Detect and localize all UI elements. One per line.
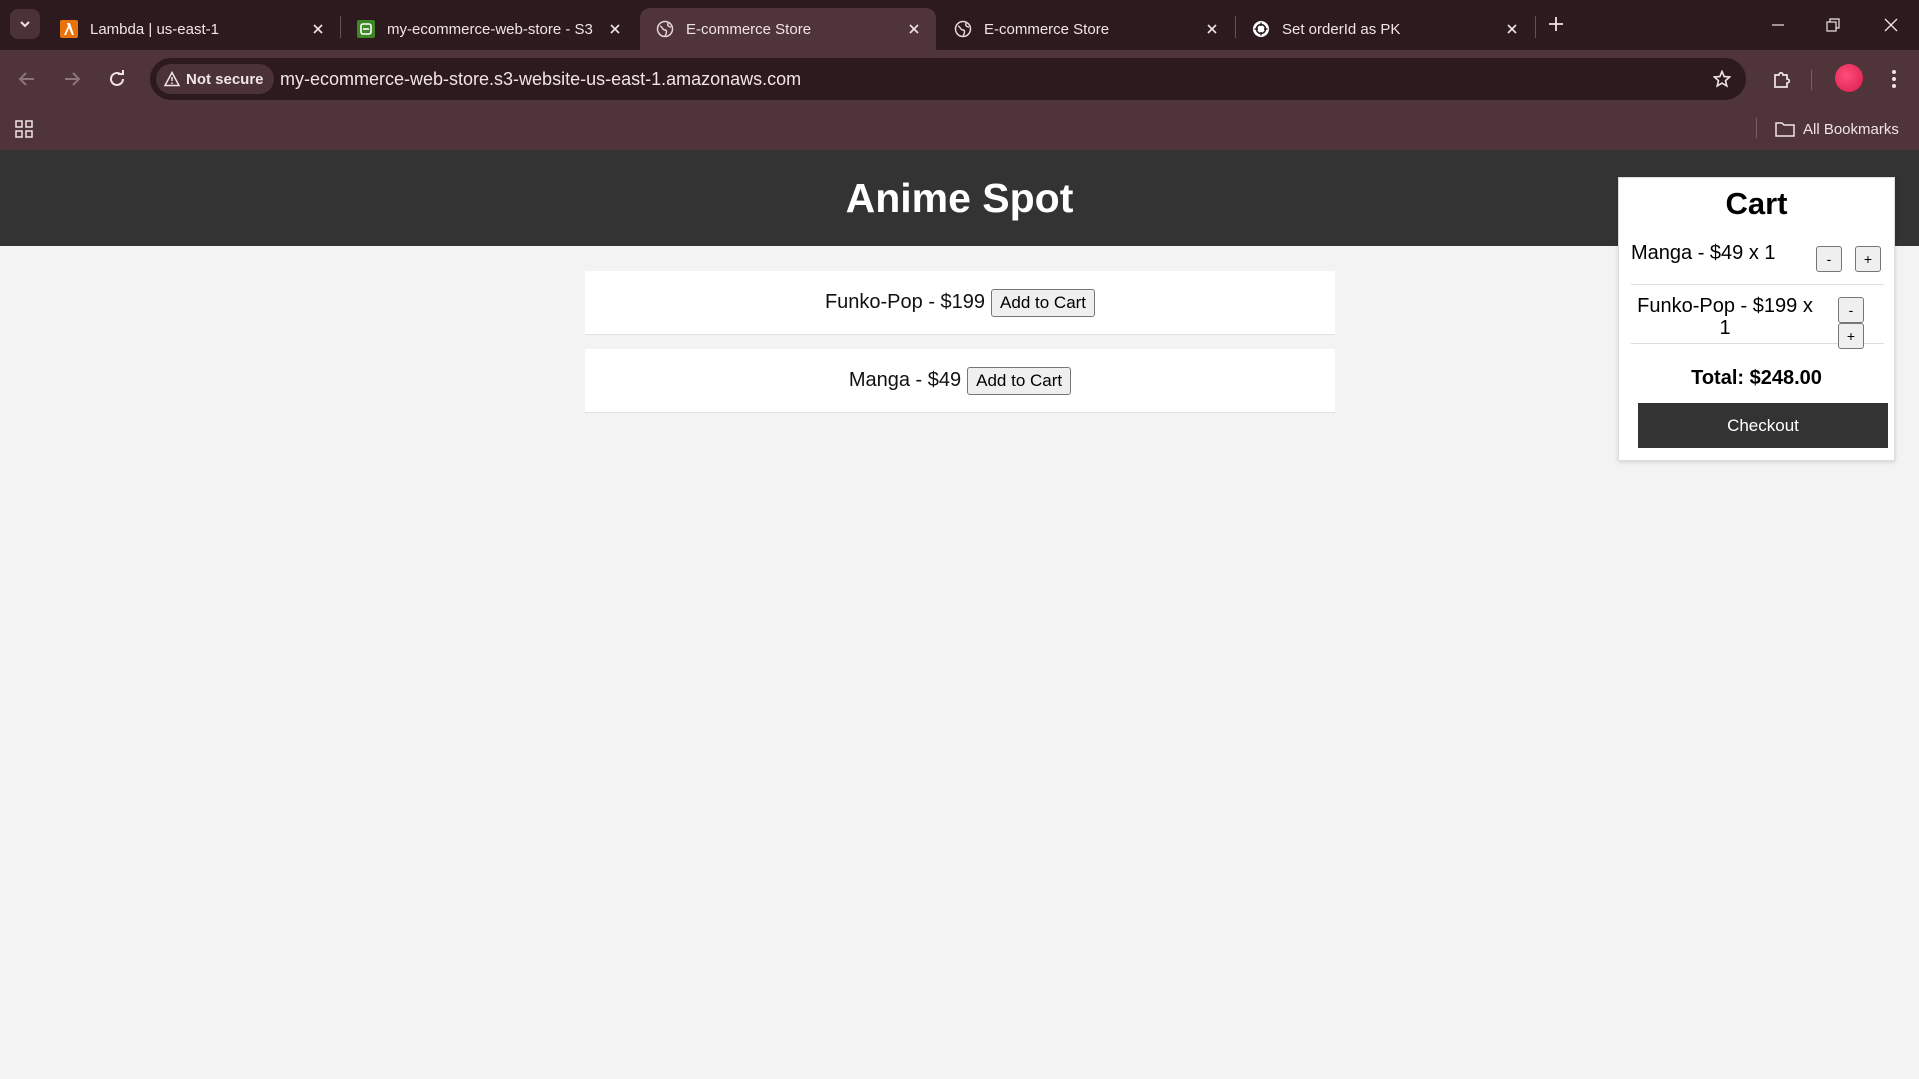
plus-icon	[1549, 17, 1563, 31]
page-content: Anime Spot Funko-Pop - $199 Add to Cart …	[0, 150, 1919, 1079]
apps-button[interactable]	[12, 117, 36, 141]
puzzle-icon	[1774, 71, 1791, 88]
reload-button[interactable]	[101, 63, 133, 95]
bookmarks-bar: All Bookmarks	[0, 108, 1919, 150]
tab-title: my-ecommerce-web-store - S3	[387, 20, 593, 38]
add-to-cart-button[interactable]: Add to Cart	[991, 288, 1096, 317]
product-label: Manga - $49	[848, 369, 962, 391]
folder-icon	[1775, 122, 1795, 137]
tab-s3-bucket[interactable]: my-ecommerce-web-store - S3	[341, 8, 637, 50]
security-label: Not secure	[186, 70, 264, 88]
browser-toolbar: Not secure my-ecommerce-web-store.s3-web…	[0, 50, 1919, 108]
security-chip[interactable]: Not secure	[156, 64, 274, 94]
address-bar[interactable]: Not secure my-ecommerce-web-store.s3-web…	[150, 58, 1746, 100]
cart-item-label-line: Funko-Pop - $199 x	[1637, 295, 1813, 317]
apps-grid-icon	[15, 120, 33, 138]
cart-title: Cart	[1725, 186, 1788, 221]
all-bookmarks-button[interactable]: All Bookmarks	[1775, 117, 1899, 141]
close-icon[interactable]	[1502, 19, 1522, 39]
bookmarks-divider	[1756, 118, 1757, 138]
add-to-cart-button[interactable]: Add to Cart	[967, 366, 1072, 395]
cart-item: Funko-Pop - $199 x 1 - +	[1631, 286, 1884, 349]
tab-ecommerce-store-active[interactable]: E-commerce Store	[640, 8, 936, 50]
tab-title: E-commerce Store	[984, 20, 1110, 38]
cart-panel: Cart Manga - $49 x 1 - + Funko-Pop - $19…	[1618, 177, 1895, 461]
cart-item-label: Manga - $49 x 1	[1631, 242, 1776, 264]
restore-icon	[1826, 18, 1840, 32]
chatgpt-icon	[1252, 20, 1270, 38]
tab-strip: Lambda | us-east-1 my-ecommerce-web-stor…	[0, 0, 1919, 50]
cart-item: Manga - $49 x 1 - +	[1631, 232, 1884, 285]
s3-bucket-icon	[357, 20, 375, 38]
tab-title: Lambda | us-east-1	[90, 20, 219, 38]
close-window-button[interactable]	[1876, 10, 1906, 40]
extensions-button[interactable]	[1766, 63, 1798, 95]
decrease-quantity-button[interactable]: -	[1838, 297, 1864, 323]
product-card: Funko-Pop - $199 Add to Cart	[585, 271, 1335, 335]
tab-divider	[1535, 16, 1536, 38]
profile-avatar[interactable]	[1835, 64, 1863, 92]
increase-quantity-button[interactable]: +	[1855, 246, 1881, 272]
back-button[interactable]	[11, 63, 43, 95]
menu-button[interactable]	[1878, 63, 1910, 95]
globe-icon	[954, 20, 972, 38]
toolbar-divider	[1811, 70, 1812, 90]
new-tab-button[interactable]	[1544, 12, 1568, 36]
arrow-left-icon	[18, 72, 34, 86]
reload-icon	[110, 70, 124, 86]
close-icon	[1884, 18, 1898, 32]
tab-title: E-commerce Store	[686, 20, 812, 38]
decrease-quantity-button[interactable]: -	[1816, 246, 1842, 272]
tab-title: Set orderId as PK	[1282, 20, 1401, 38]
product-label: Funko-Pop - $199	[824, 291, 986, 313]
chevron-down-icon	[20, 21, 30, 28]
globe-icon	[656, 20, 674, 38]
url-text: my-ecommerce-web-store.s3-website-us-eas…	[280, 69, 802, 89]
all-bookmarks-label: All Bookmarks	[1803, 120, 1899, 138]
star-icon	[1713, 70, 1731, 88]
aws-lambda-icon	[60, 20, 78, 38]
tab-lambda[interactable]: Lambda | us-east-1	[44, 8, 340, 50]
increase-quantity-button[interactable]: +	[1838, 323, 1864, 349]
minimize-button[interactable]	[1763, 10, 1793, 40]
close-icon[interactable]	[308, 19, 328, 39]
tab-search-button[interactable]	[10, 9, 40, 39]
cart-total: Total: $248.00	[1691, 367, 1822, 389]
close-icon[interactable]	[605, 19, 625, 39]
bookmark-star-button[interactable]	[1708, 65, 1736, 93]
more-vertical-icon	[1892, 70, 1896, 88]
tab-ecommerce-store[interactable]: E-commerce Store	[938, 8, 1234, 50]
site-title: Anime Spot	[845, 174, 1074, 221]
tab-chatgpt[interactable]: Set orderId as PK	[1236, 8, 1534, 50]
close-icon[interactable]	[904, 19, 924, 39]
cart-item-label: Funko-Pop - $199 x 1	[1634, 295, 1816, 339]
close-icon[interactable]	[1202, 19, 1222, 39]
warning-icon	[164, 71, 180, 87]
product-card: Manga - $49 Add to Cart	[585, 349, 1335, 413]
restore-button[interactable]	[1818, 10, 1848, 40]
arrow-right-icon	[65, 72, 81, 86]
forward-button[interactable]	[56, 63, 88, 95]
minimize-icon	[1772, 24, 1784, 26]
checkout-button[interactable]: Checkout	[1638, 403, 1888, 448]
cart-item-label-line: 1	[1719, 317, 1731, 339]
